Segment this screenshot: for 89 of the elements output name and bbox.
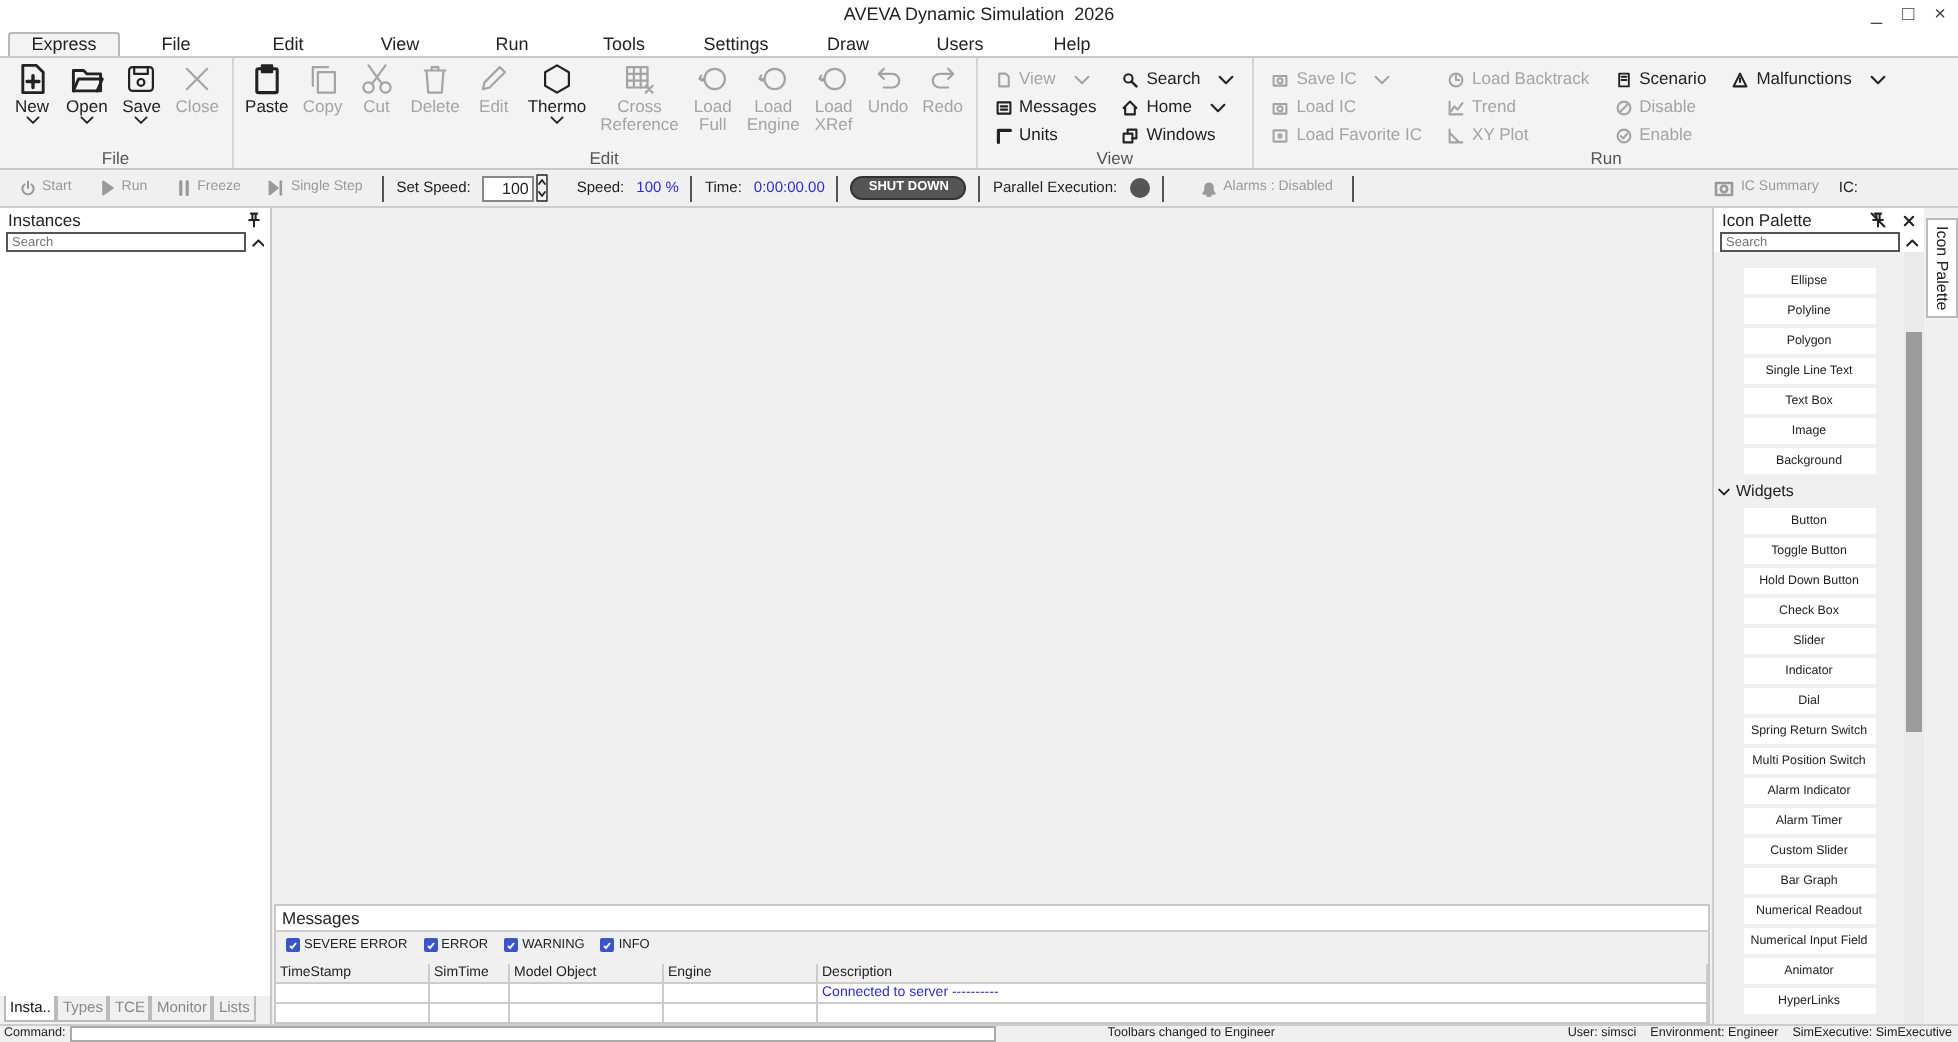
checkbox[interactable] [423, 938, 438, 953]
camera-icon [1272, 99, 1289, 115]
ribbon-button[interactable]: Search [1118, 66, 1239, 92]
clock-icon [1448, 71, 1465, 87]
check-circle-icon [1615, 127, 1632, 143]
ribbon-button[interactable]: Windows [1118, 122, 1239, 148]
pin-icon [246, 212, 262, 228]
panel-title: Instances [8, 210, 81, 230]
menu-tab[interactable]: Draw [792, 32, 904, 56]
axis-icon [1448, 127, 1465, 143]
panel-title: Icon Palette [1722, 210, 1812, 230]
ribbon-button[interactable]: New [6, 60, 58, 150]
menu-tab[interactable]: Run [456, 32, 568, 56]
close-button[interactable]: × [1930, 2, 1950, 28]
menu-tab[interactable]: File [120, 32, 232, 56]
slash-circle-icon [1615, 99, 1632, 115]
caret-icon [134, 116, 149, 125]
side-tab[interactable]: Icon Palette [1925, 218, 1957, 319]
ribbon-button[interactable]: Open [60, 60, 114, 150]
camera-icon [1272, 71, 1289, 87]
checkbox[interactable] [286, 938, 300, 953]
caret-icon [79, 116, 94, 125]
ribbon-button[interactable]: Messages [991, 94, 1101, 120]
ribbon-button[interactable]: Malfunctions [1728, 66, 1890, 92]
scissors-icon [359, 62, 394, 96]
spinner-icon [536, 174, 549, 202]
grid-icon [622, 62, 657, 96]
camera-icon [1714, 178, 1735, 198]
play-icon [99, 180, 116, 196]
menu-tab[interactable]: Tools [568, 32, 680, 56]
collapse-icon [1905, 237, 1918, 247]
warning-icon [1732, 71, 1749, 87]
group-label: Edit [587, 150, 621, 168]
group-label: View [1094, 150, 1135, 168]
ribbon-button[interactable]: Scenario [1611, 66, 1711, 92]
floppy-icon [124, 62, 159, 96]
checkbox[interactable] [600, 938, 615, 953]
table-cell [430, 983, 510, 1004]
ribbon-button[interactable]: Units [991, 122, 1101, 148]
collapse-icon [251, 237, 264, 247]
circle-arrow-icon [695, 62, 730, 96]
ribbon-button[interactable]: Home [1118, 94, 1239, 120]
scrollbar[interactable] [1904, 252, 1924, 1024]
new-file-icon [15, 62, 49, 96]
message-icon [995, 99, 1011, 115]
checkbox[interactable] [504, 938, 519, 953]
circle-arrow-icon [756, 62, 791, 96]
square-icon [1272, 127, 1289, 143]
unpin-icon [1870, 212, 1886, 228]
menu-tab[interactable]: Help [1016, 32, 1128, 56]
power-icon [20, 180, 36, 196]
status-dot [1129, 178, 1150, 198]
caret-icon [25, 116, 39, 125]
document-icon [995, 71, 1011, 87]
pause-icon [175, 180, 192, 196]
step-icon [268, 180, 285, 196]
windows-icon [1122, 127, 1139, 143]
ribbon-button[interactable]: Thermo [521, 60, 593, 150]
clipboard-icon [249, 62, 284, 96]
corner-icon [995, 127, 1011, 143]
search-icon [1122, 71, 1139, 87]
home-icon [1122, 99, 1139, 115]
menu-tab[interactable]: Settings [680, 32, 792, 56]
menu-tab[interactable]: Edit [232, 32, 344, 56]
bell-icon [1199, 179, 1218, 197]
hexagon-icon [540, 62, 574, 96]
caret-icon [1869, 71, 1886, 87]
close-icon [1902, 213, 1916, 227]
menu-tab[interactable]: View [344, 32, 456, 56]
menu-tab[interactable]: Users [904, 32, 1016, 56]
ribbon-button[interactable]: Save [115, 60, 168, 150]
section-header[interactable]: Widgets [1714, 478, 1904, 504]
caret-icon [1374, 71, 1391, 87]
minimize-button[interactable]: _ [1867, 2, 1887, 28]
caret-icon [550, 116, 564, 125]
command-field[interactable] [69, 1026, 996, 1042]
window-title: AVEVA Dynamic Simulation 2026 [843, 2, 1115, 29]
pencil-icon [476, 62, 511, 96]
scroll-icon [1615, 71, 1632, 87]
circle-arrow-icon [816, 62, 851, 96]
speed-field[interactable]: 100 [482, 175, 535, 201]
maximize-button[interactable]: □ [1898, 2, 1919, 28]
menu-tab[interactable]: Express [8, 32, 120, 56]
group-label: File [99, 150, 132, 168]
group-label: Run [1588, 150, 1624, 168]
ribbon-button[interactable]: Paste [239, 60, 295, 150]
chart-line-icon [1448, 99, 1465, 115]
panel-title: Messages [276, 906, 1708, 932]
caret-icon [1073, 71, 1090, 87]
